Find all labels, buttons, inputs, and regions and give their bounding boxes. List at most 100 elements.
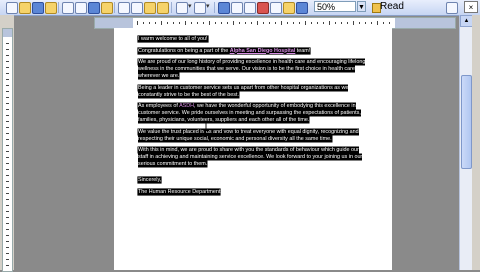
ruler-tick	[269, 22, 270, 24]
ruler-tick	[6, 67, 9, 68]
paragraph-text: team!	[295, 47, 311, 54]
ruler-tick	[203, 22, 204, 24]
copy-icon[interactable]	[131, 2, 143, 14]
toolbar-separator	[214, 2, 215, 13]
paragraph[interactable]: As employees of ASDH, we have the wonder…	[138, 103, 368, 124]
ruler-tick	[275, 22, 276, 24]
ruler-tick	[6, 199, 9, 200]
tables-icon[interactable]	[231, 2, 243, 14]
paragraph-text: As employees of	[138, 103, 180, 109]
ruler-tick	[6, 85, 9, 86]
undo-dropdown-icon[interactable]: ▾	[188, 2, 193, 12]
ruler-tick	[161, 21, 162, 25]
ruler-tick	[365, 22, 366, 24]
ruler-tick	[6, 193, 9, 194]
ruler-tick	[227, 22, 228, 24]
new-doc-icon[interactable]	[6, 2, 18, 14]
ruler-tick	[251, 22, 252, 24]
chevron-down-icon[interactable]: ▼	[357, 1, 366, 12]
ruler-tick	[167, 22, 168, 24]
spelling-icon[interactable]	[88, 2, 100, 14]
format-painter-icon[interactable]	[157, 2, 169, 14]
hospital-name-text: Alpha San Diego Hospital	[229, 47, 296, 54]
paragraph[interactable]: We value the trust placed in us and vow …	[138, 128, 368, 143]
ruler-tick	[233, 21, 234, 25]
hyperlink-icon[interactable]	[218, 2, 230, 14]
zoom-select[interactable]: 50%	[314, 1, 356, 12]
ruler-tick	[389, 22, 390, 24]
ruler-tick	[143, 22, 144, 24]
research-icon[interactable]	[101, 2, 113, 14]
insert-excel-icon[interactable]	[257, 2, 269, 14]
redo-dropdown-icon[interactable]: ▾	[206, 2, 211, 12]
ruler-tick	[6, 235, 9, 236]
ruler-tick	[6, 103, 9, 104]
ruler-tick	[6, 109, 9, 110]
document-body[interactable]: I warm welcome to all of you! Congratula…	[138, 36, 368, 200]
ruler-tick	[6, 133, 9, 134]
right-panel	[472, 15, 480, 270]
toolbar-separator	[114, 2, 115, 13]
paragraph[interactable]: The Human Resource Department	[138, 188, 368, 196]
save-icon[interactable]	[32, 2, 44, 14]
signature-text: The Human Resource Department	[138, 188, 221, 195]
paragraph[interactable]: With this in mind, we are proud to share…	[138, 147, 368, 168]
ruler-tick	[377, 21, 378, 25]
document-page[interactable]: I warm welcome to all of you! Congratula…	[114, 28, 392, 270]
ruler-tick	[311, 22, 312, 24]
redo-icon[interactable]	[194, 2, 206, 14]
permission-icon[interactable]	[45, 2, 57, 14]
ruler-tick	[359, 22, 360, 24]
cut-icon[interactable]	[118, 2, 130, 14]
paste-icon[interactable]	[144, 2, 156, 14]
ruler-tick	[371, 22, 372, 24]
ruler-tick	[137, 21, 138, 25]
ruler-left-margin	[95, 18, 133, 28]
ruler-tick	[6, 211, 9, 212]
ruler-tick	[6, 139, 9, 140]
ruler-tick	[6, 163, 9, 164]
ruler-tick	[185, 21, 186, 25]
ruler-tick	[263, 22, 264, 24]
ruler-tick	[6, 259, 9, 260]
paragraph-text: With this in mind, we are proud to share…	[138, 147, 363, 167]
insert-table-icon[interactable]	[244, 2, 256, 14]
vertical-scrollbar[interactable]: ▲	[459, 15, 473, 270]
paragraph-text: We value the trust placed in us and vow …	[138, 128, 359, 142]
ruler-tick	[335, 22, 336, 24]
paragraph[interactable]: I warm welcome to all of you!	[138, 36, 368, 43]
undo-icon[interactable]	[176, 2, 188, 14]
ruler-tick	[317, 22, 318, 24]
paragraph[interactable]: Congratulations on being a part of the A…	[138, 47, 368, 55]
paragraph[interactable]: Being a leader in customer service sets …	[138, 84, 368, 99]
scrollbar-thumb[interactable]	[461, 75, 472, 169]
ruler-tick	[6, 151, 9, 152]
ruler-tick	[209, 21, 210, 25]
ruler-tick	[215, 22, 216, 24]
close-icon[interactable]: ×	[464, 1, 478, 13]
toolbar-separator	[58, 2, 59, 13]
ruler-tick	[6, 49, 9, 50]
open-icon[interactable]	[19, 2, 31, 14]
ruler-tick	[6, 79, 9, 80]
ruler-tick	[281, 21, 282, 25]
ruler-tick	[329, 21, 330, 25]
ruler-tick	[6, 265, 9, 266]
ruler-tick	[6, 253, 9, 254]
drawing-icon[interactable]	[283, 2, 295, 14]
paragraph[interactable]: We are proud of our long history of prov…	[138, 59, 368, 80]
ruler-tick	[6, 91, 9, 92]
ruler-tick	[6, 241, 9, 242]
paragraph[interactable]: Sincerely,	[138, 177, 368, 184]
ruler-tick	[239, 22, 240, 24]
toolbar-separator	[171, 2, 172, 13]
print-icon[interactable]	[62, 2, 74, 14]
print-preview-icon[interactable]	[75, 2, 87, 14]
read-button[interactable]: Read	[380, 1, 404, 13]
ruler-tick	[221, 22, 222, 24]
help-icon[interactable]	[446, 2, 458, 14]
ruler-tick	[149, 22, 150, 24]
columns-icon[interactable]	[270, 2, 282, 14]
document-map-icon[interactable]	[296, 2, 308, 14]
ruler-tick	[155, 22, 156, 24]
